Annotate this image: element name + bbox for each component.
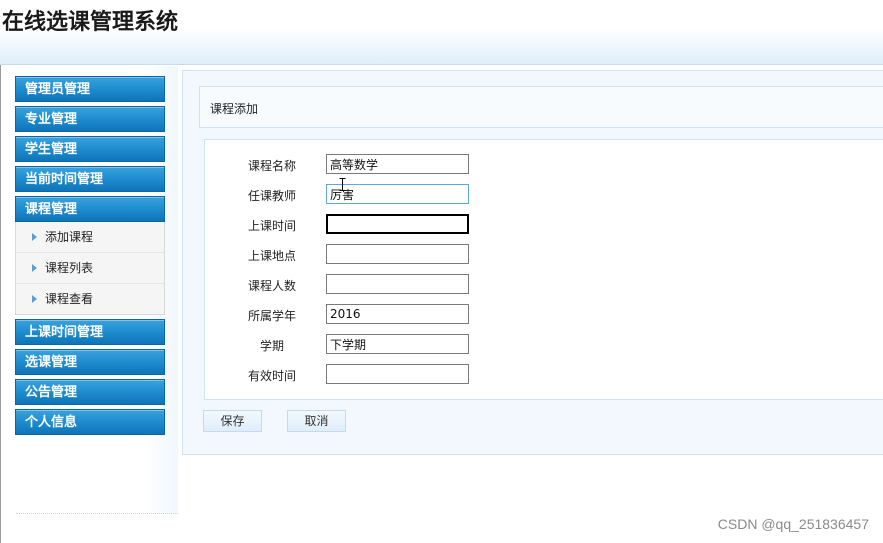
submenu-item-course-list[interactable]: 课程列表 bbox=[16, 252, 164, 283]
capacity-label: 课程人数 bbox=[247, 279, 296, 293]
semester-label: 学期 bbox=[259, 339, 284, 353]
sidebar-menu-course[interactable]: 课程管理 bbox=[15, 196, 165, 222]
sidebar-menu-student[interactable]: 学生管理 bbox=[15, 136, 165, 162]
valid-time-input[interactable] bbox=[326, 364, 469, 384]
class-time-label: 上课时间 bbox=[247, 219, 296, 233]
section-title: 课程添加 bbox=[210, 102, 259, 116]
text-cursor-icon bbox=[339, 178, 346, 191]
save-button[interactable]: 保存 bbox=[203, 410, 262, 432]
page-header: 在线选课管理系统 bbox=[0, 0, 883, 65]
sidebar-menu-admin[interactable]: 管理员管理 bbox=[15, 76, 165, 102]
teacher-input[interactable] bbox=[326, 184, 469, 204]
watermark: CSDN @qq_251836457 bbox=[717, 516, 869, 532]
section-header: 课程添加 bbox=[199, 86, 883, 128]
triangle-right-icon bbox=[32, 294, 37, 303]
submenu-item-label: 添加课程 bbox=[45, 230, 94, 244]
course-form bbox=[204, 139, 883, 400]
class-time-input[interactable] bbox=[326, 214, 469, 234]
sidebar-menu-profile[interactable]: 个人信息 bbox=[15, 409, 165, 435]
sidebar-menu-selection[interactable]: 选课管理 bbox=[15, 349, 165, 375]
course-name-label: 课程名称 bbox=[247, 159, 296, 173]
school-year-label: 所属学年 bbox=[247, 309, 296, 323]
window-left-border bbox=[0, 0, 1, 543]
sidebar-divider bbox=[16, 513, 178, 514]
sidebar-menu-major[interactable]: 专业管理 bbox=[15, 106, 165, 132]
submenu-item-label: 课程列表 bbox=[45, 261, 94, 275]
cancel-button[interactable]: 取消 bbox=[287, 410, 346, 432]
location-input[interactable] bbox=[326, 244, 469, 264]
sidebar-menu-class-time[interactable]: 上课时间管理 bbox=[15, 319, 165, 345]
submenu-item-add-course[interactable]: 添加课程 bbox=[16, 222, 164, 252]
sidebar-menu-notice[interactable]: 公告管理 bbox=[15, 379, 165, 405]
triangle-right-icon bbox=[32, 232, 37, 241]
sidebar-menu-current-time[interactable]: 当前时间管理 bbox=[15, 166, 165, 192]
triangle-right-icon bbox=[32, 263, 37, 272]
capacity-input[interactable] bbox=[326, 274, 469, 294]
teacher-label: 任课教师 bbox=[247, 189, 296, 203]
app-title: 在线选课管理系统 bbox=[2, 10, 179, 35]
location-label: 上课地点 bbox=[247, 249, 296, 263]
course-submenu: 添加课程 课程列表 课程查看 bbox=[15, 222, 165, 315]
course-name-input[interactable] bbox=[326, 154, 469, 174]
submenu-item-course-view[interactable]: 课程查看 bbox=[16, 283, 164, 314]
valid-time-label: 有效时间 bbox=[247, 369, 296, 383]
semester-input[interactable] bbox=[326, 334, 469, 354]
sidebar-nav: 管理员管理 专业管理 学生管理 当前时间管理 课程管理 添加课程 课程列表 课程… bbox=[15, 76, 165, 439]
submenu-item-label: 课程查看 bbox=[45, 292, 94, 306]
school-year-input[interactable] bbox=[326, 304, 469, 324]
